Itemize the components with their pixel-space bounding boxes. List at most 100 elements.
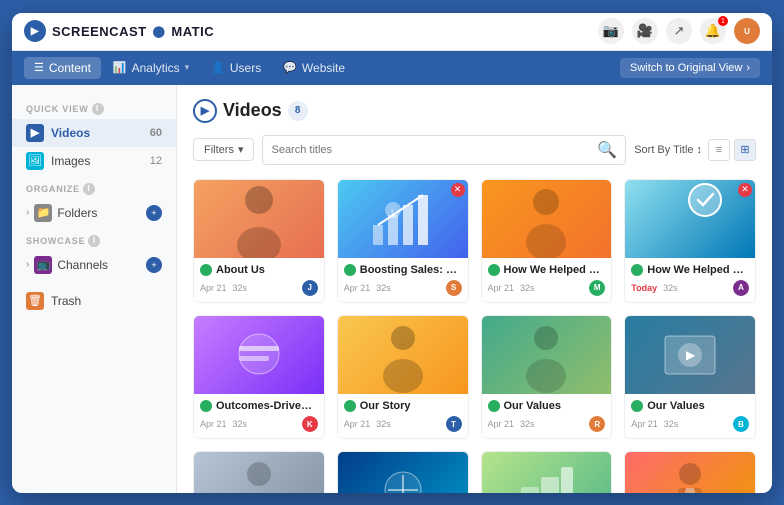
video-thumb-3	[482, 180, 612, 258]
avatar-img-4: A	[733, 280, 749, 296]
avatar-img-7: R	[589, 416, 605, 432]
video-card-9[interactable]: Principles We Stand By... Apr 21 32s L	[193, 451, 325, 492]
sidebar-item-channels[interactable]: › 📺 Channels +	[12, 251, 176, 279]
video-title-6: Our Story	[360, 399, 462, 413]
delete-btn-4[interactable]: ✕	[738, 183, 752, 197]
video-card-5[interactable]: Outcomes-Driven Ap... Apr 21 32s K	[193, 315, 325, 439]
sort-button[interactable]: Sort By Title ↕	[634, 144, 702, 156]
sidebar-item-trash[interactable]: 🗑 Trash	[12, 287, 176, 315]
camera-icon[interactable]: 📷	[598, 18, 624, 44]
nav-tab-website[interactable]: 💬 Website	[273, 57, 355, 79]
video-thumb-9	[194, 452, 324, 492]
video-card-3[interactable]: How We Helped X&Co Apr 21 32s M	[481, 179, 613, 303]
video-thumb-6	[338, 316, 468, 394]
video-avatar-6: T	[446, 416, 462, 432]
avatar-img-1: J	[302, 280, 318, 296]
video-avatar-5: K	[302, 416, 318, 432]
status-icon-3	[488, 264, 500, 276]
list-view-button[interactable]: ≡	[708, 139, 730, 161]
user-avatar[interactable]: U	[734, 18, 760, 44]
video-card-11[interactable]: The Numbers: Young... Apr 21 32s N	[481, 451, 613, 492]
video-meta-4: Today 32s A	[631, 280, 749, 296]
video-date-3: Apr 21 32s	[488, 283, 535, 293]
video-info-7: Our Values Apr 21 32s R	[482, 394, 612, 438]
video-date-5: Apr 21 32s	[200, 419, 247, 429]
status-icon-6	[344, 400, 356, 412]
sidebar: QUICK VIEW i ▶ Videos 60 🖼 Images 12 ORG…	[12, 85, 177, 493]
video-meta-3: Apr 21 32s M	[488, 280, 606, 296]
filter-button[interactable]: Filters ▾	[193, 138, 254, 161]
thumb-content-11	[482, 452, 612, 492]
video-card-1[interactable]: About Us Apr 21 32s J	[193, 179, 325, 303]
website-icon: 💬	[283, 61, 297, 74]
video-card-10[interactable]: Sales Lift: Merriweatt... Apr 21 32s P	[337, 451, 469, 492]
video-thumb-10	[338, 452, 468, 492]
nav-tab-analytics[interactable]: 📊 Analytics ▾	[103, 57, 199, 79]
channels-new-badge: +	[146, 257, 162, 273]
video-thumb-11	[482, 452, 612, 492]
date-7: Apr 21	[488, 419, 515, 429]
video-title-5: Outcomes-Driven Ap...	[216, 399, 318, 413]
video-card-7[interactable]: Our Values Apr 21 32s R	[481, 315, 613, 439]
filter-chevron: ▾	[238, 143, 244, 156]
video-thumb-1	[194, 180, 324, 258]
video-title-1: About Us	[216, 263, 318, 277]
switch-view-button[interactable]: Switch to Original View ›	[620, 58, 760, 78]
avatar-img-5: K	[302, 416, 318, 432]
thumb-content-12	[625, 452, 755, 492]
filter-label: Filters	[204, 144, 234, 156]
svg-text:▶: ▶	[686, 348, 696, 362]
sidebar-item-images[interactable]: 🖼 Images 12	[12, 147, 176, 175]
video-title-4: How We Helped X&Co	[647, 263, 749, 277]
video-avatar-2: S	[446, 280, 462, 296]
video-title-row-6: Our Story	[344, 399, 462, 413]
content-header: ▶ Videos 8	[193, 99, 756, 123]
dur-2: 32s	[376, 283, 391, 293]
sidebar-item-folders[interactable]: › 📁 Folders +	[12, 199, 176, 227]
video-card-12[interactable]: The Numbers: Young... Apr 21 32s D	[624, 451, 756, 492]
avatar-placeholder: U	[734, 18, 760, 44]
nav-tab-content-label: Content	[49, 61, 91, 75]
video-avatar-3: M	[589, 280, 605, 296]
nav-tab-website-label: Website	[302, 61, 345, 75]
date-1: Apr 21	[200, 283, 227, 293]
video-card-4[interactable]: ✕ How We Helped X&Co Today 32s	[624, 179, 756, 303]
video-date-2: Apr 21 32s	[344, 283, 391, 293]
trash-icon: 🗑	[26, 292, 44, 310]
date-3: Apr 21	[488, 283, 515, 293]
search-bar[interactable]: 🔍	[262, 135, 626, 165]
channels-icon: 📺	[34, 256, 52, 274]
channels-label: Channels	[57, 258, 108, 272]
thumb-content-5	[194, 316, 324, 394]
video-card-6[interactable]: Our Story Apr 21 32s T	[337, 315, 469, 439]
nav-tab-analytics-label: Analytics	[132, 61, 180, 75]
videos-title-icon: ▶	[193, 99, 217, 123]
video-title-row-5: Outcomes-Driven Ap...	[200, 399, 318, 413]
search-input[interactable]	[271, 144, 592, 156]
nav-tab-users[interactable]: 👤 Users	[201, 57, 271, 79]
nav-tab-content[interactable]: ☰ Content	[24, 57, 101, 79]
grid-view-button[interactable]: ⊞	[734, 139, 756, 161]
video-camera-icon[interactable]: 🎥	[632, 18, 658, 44]
video-card-8[interactable]: ▶ Our Values Apr 21 32s	[624, 315, 756, 439]
status-icon-1	[200, 264, 212, 276]
app-name: SCREENCAST	[52, 24, 147, 39]
video-avatar-7: R	[589, 416, 605, 432]
video-date-1: Apr 21 32s	[200, 283, 247, 293]
avatar-img-3: M	[589, 280, 605, 296]
video-title-row-2: Boosting Sales: X&Co	[344, 263, 462, 277]
video-meta-6: Apr 21 32s T	[344, 416, 462, 432]
delete-btn-2[interactable]: ✕	[451, 183, 465, 197]
folders-chevron: ›	[26, 207, 29, 218]
video-date-7: Apr 21 32s	[488, 419, 535, 429]
video-info-6: Our Story Apr 21 32s T	[338, 394, 468, 438]
video-info-2: Boosting Sales: X&Co Apr 21 32s S	[338, 258, 468, 302]
thumb-content-6	[338, 316, 468, 394]
notifications-icon[interactable]: 🔔 1	[700, 18, 726, 44]
video-title-8: Our Values	[647, 399, 749, 413]
date-6: Apr 21	[344, 419, 371, 429]
date-8: Apr 21	[631, 419, 658, 429]
share-icon[interactable]: ↗	[666, 18, 692, 44]
sidebar-item-videos[interactable]: ▶ Videos 60	[12, 119, 176, 147]
video-card-2[interactable]: ↑ ✕ Boosting Sales: X&Co Apr 21	[337, 179, 469, 303]
